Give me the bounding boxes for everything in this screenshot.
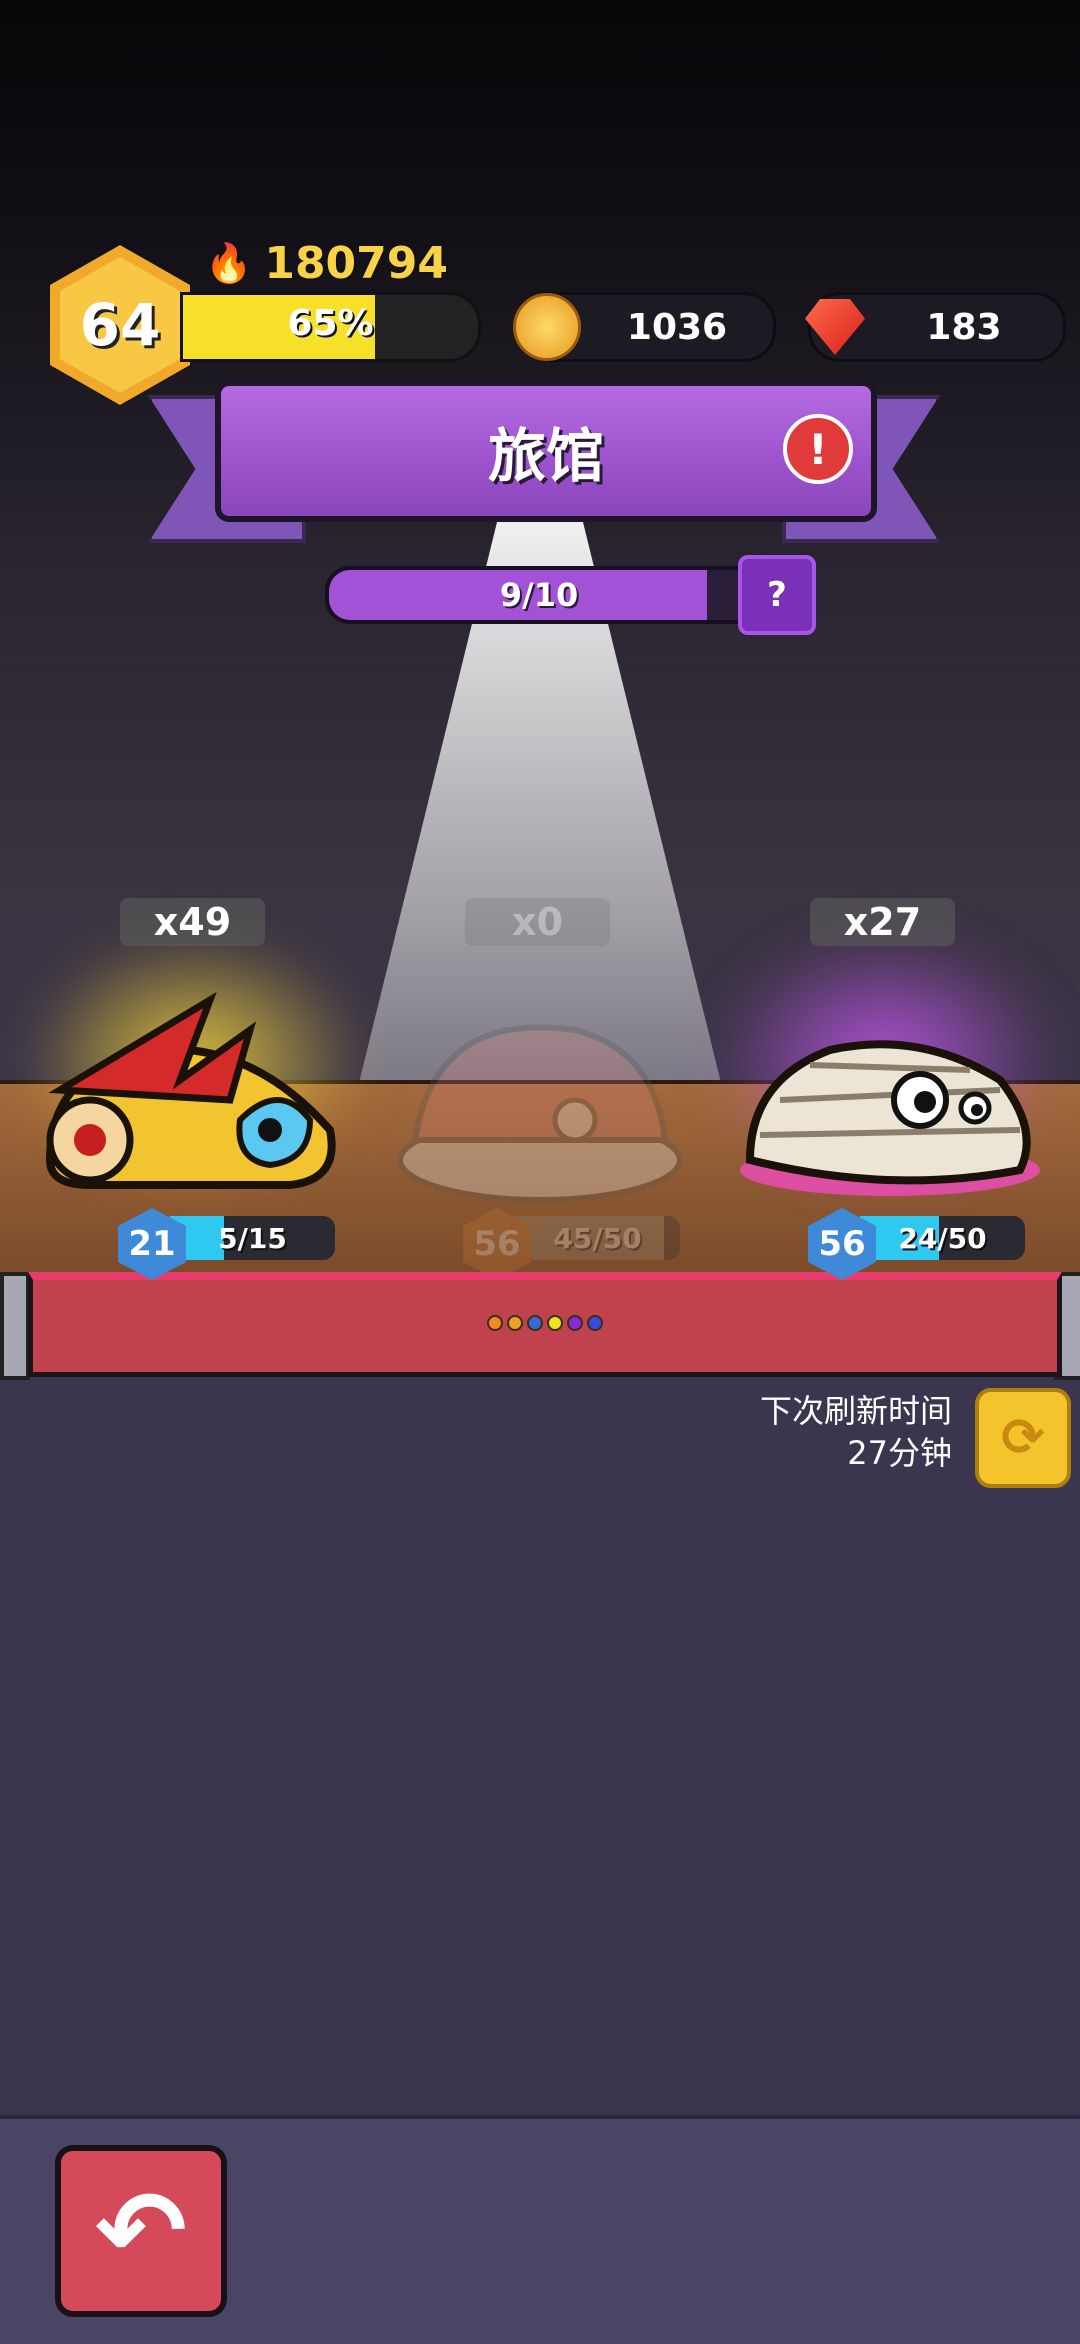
slot-progress-label: 9/10: [499, 576, 579, 614]
page-dot: [567, 1315, 583, 1331]
gem-icon: [805, 299, 865, 355]
creature-slot-3[interactable]: x27 56 24/50: [710, 890, 1060, 1280]
fragment-count: 45/50: [553, 1222, 642, 1255]
fragment-bar: 5/15: [170, 1216, 335, 1260]
gem-counter[interactable]: 183: [805, 292, 1066, 362]
creature-slot-1[interactable]: x49 21 5/15: [20, 890, 370, 1280]
title-banner: 旅馆 !: [215, 380, 877, 522]
creature-count: x49: [120, 898, 265, 946]
creature-count: x27: [810, 898, 955, 946]
page-dot: [507, 1315, 523, 1331]
alert-icon[interactable]: !: [783, 414, 853, 484]
coin-amount: 1036: [626, 306, 728, 348]
coin-counter[interactable]: 1036: [513, 292, 776, 362]
page-dot: [587, 1315, 603, 1331]
panel-background: [0, 1370, 1080, 2120]
creature-slot-2[interactable]: x0 56 45/50: [375, 890, 705, 1280]
refresh-icon: ⟳: [1001, 1408, 1045, 1468]
mummy-slime-icon: [740, 1040, 1040, 1196]
back-button[interactable]: ↶: [55, 2145, 227, 2317]
refresh-label: 下次刷新时间: [759, 1392, 952, 1430]
refresh-time: 27分钟: [847, 1434, 952, 1472]
fragment-bar: 45/50: [515, 1216, 680, 1260]
fragment-count: 24/50: [898, 1222, 987, 1255]
slot-progress-bar: 9/10: [325, 566, 753, 624]
fragment-bar: 24/50: [860, 1216, 1025, 1260]
back-arrow-icon: ↶: [94, 2167, 188, 2295]
page-dots: [33, 1315, 1057, 1331]
xp-percent: 65%: [287, 303, 374, 344]
red-horned-slime-icon: [45, 991, 336, 1189]
shelf-post-left: [0, 1272, 30, 1380]
coin-icon: [513, 293, 581, 361]
player-level: 64: [79, 291, 161, 359]
power-display: 🔥 180794: [205, 237, 449, 289]
gem-amount: 183: [926, 306, 1002, 348]
refresh-button[interactable]: ⟳: [975, 1388, 1071, 1488]
flame-icon: 🔥: [205, 240, 253, 285]
shelf: [28, 1272, 1062, 1377]
creature-count: x0: [465, 898, 610, 946]
page-title: 旅馆: [487, 422, 604, 490]
refresh-timer: 下次刷新时间 27分钟: [760, 1390, 952, 1474]
santa-hat-slime-icon: [397, 1024, 683, 1203]
page-dot: [527, 1315, 543, 1331]
page-dot: [547, 1315, 563, 1331]
page-dot: [487, 1315, 503, 1331]
power-value: 180794: [264, 237, 449, 289]
xp-bar: 65%: [180, 292, 481, 362]
fragment-count: 5/15: [218, 1222, 287, 1255]
help-button[interactable]: ?: [738, 555, 816, 635]
